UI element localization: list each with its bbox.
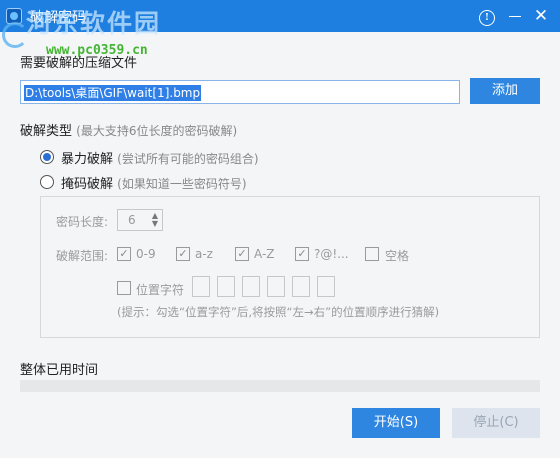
position-char-input[interactable] xyxy=(267,276,285,297)
range-symbols-checkbox[interactable]: ✓ xyxy=(295,247,309,261)
position-tip: (提示：勾选“位置字符”后,将按照“左→右”的位置顺序进行猜解) xyxy=(117,305,440,319)
mask-option[interactable]: 掩码破解 (如果知道一些密码符号) xyxy=(61,173,247,192)
range-uppercase-checkbox[interactable]: ✓ xyxy=(235,247,249,261)
range-space-checkbox[interactable] xyxy=(365,247,379,261)
watermark-logo-icon xyxy=(2,22,28,48)
stop-button[interactable]: 停止(C) xyxy=(452,408,540,438)
length-label: 密码长度: xyxy=(56,215,109,229)
mask-radio[interactable] xyxy=(40,175,54,189)
close-icon[interactable]: ✕ xyxy=(531,6,551,26)
start-button[interactable]: 开始(S) xyxy=(352,408,440,438)
position-char-input[interactable] xyxy=(242,276,260,297)
stepper-arrows-icon[interactable]: ▲ ▼ xyxy=(152,212,158,228)
position-char-input[interactable] xyxy=(192,276,210,297)
file-label: 需要破解的压缩文件 xyxy=(20,56,138,71)
position-label: 位置字符 xyxy=(136,283,185,297)
position-char-input[interactable] xyxy=(217,276,235,297)
range-digits-label: 0-9 xyxy=(136,247,156,261)
mask-hint: (如果知道一些密码符号) xyxy=(117,177,247,191)
range-label: 破解范围: xyxy=(56,249,109,263)
length-value: 6 xyxy=(128,213,136,227)
position-checkbox[interactable] xyxy=(117,281,131,295)
range-digits-checkbox[interactable]: ✓ xyxy=(117,247,131,261)
range-lowercase-checkbox[interactable]: ✓ xyxy=(176,247,190,261)
range-space-label: 空格 xyxy=(385,249,410,263)
length-stepper[interactable]: 6 ▲ ▼ xyxy=(117,209,163,231)
mask-label: 掩码破解 xyxy=(61,177,114,192)
brute-force-hint: (尝试所有可能的密码组合) xyxy=(117,152,259,166)
crack-type-label: 破解类型 (最大支持6位长度的密码破解) xyxy=(20,120,237,139)
range-symbols-label: ?@!... xyxy=(314,247,349,261)
crack-type-hint: (最大支持6位长度的密码破解) xyxy=(76,124,238,138)
range-uppercase-label: A-Z xyxy=(254,247,275,261)
info-icon[interactable]: ! xyxy=(477,6,497,26)
brute-force-option[interactable]: 暴力破解 (尝试所有可能的密码组合) xyxy=(61,148,259,167)
minimize-icon[interactable] xyxy=(505,6,525,26)
file-path-value: D:\tools\桌面\GIF\wait[1].bmp xyxy=(24,85,202,101)
file-path-input[interactable]: D:\tools\桌面\GIF\wait[1].bmp xyxy=(20,80,460,104)
brute-force-label: 暴力破解 xyxy=(61,152,114,167)
position-char-input[interactable] xyxy=(317,276,335,297)
progress-bar xyxy=(20,380,540,392)
range-lowercase-label: a-z xyxy=(195,247,213,261)
position-char-input[interactable] xyxy=(292,276,310,297)
crack-type-title: 破解类型 xyxy=(20,124,73,139)
brute-force-radio[interactable] xyxy=(40,150,54,164)
add-button[interactable]: 添加 xyxy=(470,78,540,104)
elapsed-time-label: 整体已用时间 xyxy=(20,363,99,378)
watermark-site-name: 河东软件园 xyxy=(26,9,162,38)
